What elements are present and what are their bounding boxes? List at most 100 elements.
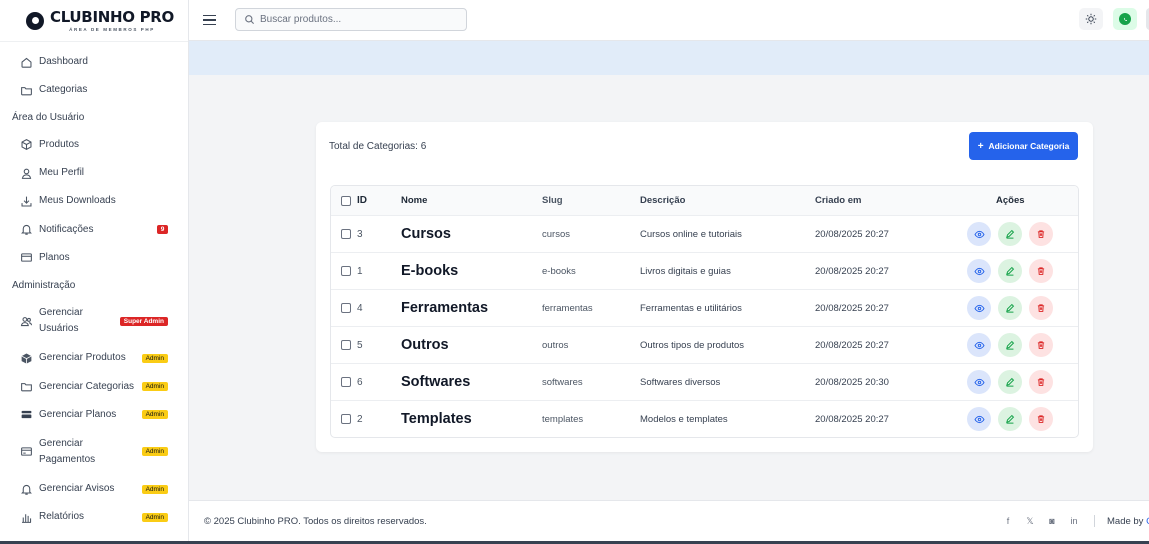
view-button[interactable] (967, 259, 991, 283)
logo[interactable]: CLUBINHO PRO ÁREA DE MEMBROS PHP (0, 0, 188, 42)
whatsapp-button[interactable] (1113, 8, 1137, 30)
made-by: Made by C (1107, 516, 1149, 527)
sidebar-item-dashboard[interactable]: Dashboard (0, 48, 188, 76)
sidebar-item-label: Planos (39, 251, 70, 263)
cell-descricao: Outros tipos de produtos (640, 339, 745, 351)
sidebar-item-gerenciar-avisos[interactable]: Gerenciar Avisos Admin (0, 475, 188, 503)
row-checkbox[interactable] (341, 266, 351, 276)
row-checkbox[interactable] (341, 340, 351, 350)
row-checkbox[interactable] (341, 303, 351, 313)
cell-slug: e-books (542, 265, 576, 277)
view-button[interactable] (967, 222, 991, 246)
cell-id: 4 (357, 302, 363, 314)
edit-button[interactable] (998, 407, 1022, 431)
table-row: 6 Softwares softwares Softwares diversos… (331, 363, 1078, 400)
view-button[interactable] (967, 333, 991, 357)
delete-button[interactable] (1029, 407, 1053, 431)
cell-slug: cursos (542, 228, 570, 240)
sidebar-item-notificacoes[interactable]: Notificações 9 (0, 215, 188, 243)
sidebar-item-relatorios[interactable]: Relatórios Admin (0, 503, 188, 531)
sidebar-item-gerenciar-usuarios[interactable]: Gerenciar Usuários Super Admin (0, 298, 188, 344)
logo-title: CLUBINHO PRO (50, 7, 175, 26)
admin-badge: Admin (141, 447, 168, 457)
eye-icon (973, 267, 985, 275)
sidebar-item-label: Meus Downloads (39, 195, 116, 207)
table-row: 5 Outros outros Outros tipos de produtos… (331, 326, 1078, 363)
table-row: 2 Templates templates Modelos e template… (331, 400, 1078, 437)
theme-toggle-button[interactable] (1079, 8, 1103, 30)
logo-subtitle: ÁREA DE MEMBROS PHP (69, 26, 155, 32)
edit-button[interactable] (998, 222, 1022, 246)
cell-id: 1 (357, 265, 363, 277)
sidebar-item-meus-downloads[interactable]: Meus Downloads (0, 187, 188, 215)
sidebar-item-gerenciar-categorias[interactable]: Gerenciar Categorias Admin (0, 372, 188, 400)
eye-icon (973, 378, 985, 386)
cell-descricao: Modelos e templates (640, 413, 728, 425)
sidebar-item-label: Relatórios (39, 511, 85, 523)
pencil-icon (1006, 229, 1015, 239)
add-category-button[interactable]: + Adicionar Categoria (969, 132, 1078, 160)
delete-button[interactable] (1029, 222, 1053, 246)
admin-badge: Admin (141, 410, 168, 420)
facebook-icon[interactable]: f (1003, 516, 1013, 526)
sidebar-item-planos[interactable]: Planos (0, 244, 188, 272)
bell-icon (19, 482, 33, 496)
edit-button[interactable] (998, 296, 1022, 320)
cell-slug: softwares (542, 376, 583, 388)
sidebar-item-label: Gerenciar Avisos (39, 483, 115, 495)
edit-button[interactable] (998, 370, 1022, 394)
edit-button[interactable] (998, 333, 1022, 357)
sidebar-item-meu-perfil[interactable]: Meu Perfil (0, 159, 188, 187)
view-button[interactable] (967, 296, 991, 320)
footer-divider (1094, 515, 1095, 527)
row-checkbox[interactable] (341, 229, 351, 239)
table-row: 3 Cursos cursos Cursos online e tutoriai… (331, 215, 1078, 252)
col-criado-em[interactable]: Criado em (815, 186, 861, 215)
delete-button[interactable] (1029, 333, 1053, 357)
sidebar-item-gerenciar-planos[interactable]: Gerenciar Planos Admin (0, 401, 188, 429)
search-input[interactable] (260, 14, 450, 25)
col-descricao[interactable]: Descrição (640, 186, 685, 215)
table-header: ID Nome Slug Descrição Criado em Ações (331, 186, 1078, 215)
linkedin-icon[interactable]: in (1069, 516, 1079, 526)
delete-button[interactable] (1029, 259, 1053, 283)
twitter-icon[interactable]: 𝕏 (1025, 516, 1035, 527)
card-icon (19, 251, 33, 265)
copyright: © 2025 Clubinho PRO. Todos os direitos r… (204, 516, 427, 527)
section-admin-heading: Administração (12, 279, 76, 291)
menu-toggle-button[interactable] (203, 11, 221, 29)
row-checkbox[interactable] (341, 414, 351, 424)
col-nome[interactable]: Nome (401, 186, 427, 215)
sidebar-item-gerenciar-produtos[interactable]: Gerenciar Produtos Admin (0, 344, 188, 372)
sidebar-item-label: Categorias (39, 84, 88, 96)
sidebar-item-label: Dashboard (39, 56, 88, 68)
col-slug[interactable]: Slug (542, 186, 563, 215)
sidebar-item-produtos[interactable]: Produtos (0, 131, 188, 159)
trash-icon (1037, 230, 1045, 238)
cell-id: 5 (357, 339, 363, 351)
col-id[interactable]: ID (357, 186, 367, 215)
cell-descricao: Livros digitais e guias (640, 265, 731, 277)
user-icon (19, 166, 33, 180)
pencil-icon (1006, 266, 1015, 276)
folder-icon (19, 380, 33, 394)
sidebar-item-gerenciar-pagamentos[interactable]: Gerenciar Pagamentos Admin (0, 429, 188, 475)
select-all-checkbox[interactable] (341, 195, 351, 206)
cell-criado-em: 20/08/2025 20:27 (815, 302, 889, 314)
instagram-icon[interactable]: ◙ (1047, 516, 1057, 526)
search-box[interactable] (235, 8, 467, 31)
delete-button[interactable] (1029, 296, 1053, 320)
cell-id: 3 (357, 228, 363, 240)
footer: © 2025 Clubinho PRO. Todos os direitos r… (189, 500, 1149, 541)
view-button[interactable] (967, 370, 991, 394)
sidebar-item-categorias[interactable]: Categorias (0, 76, 188, 104)
view-button[interactable] (967, 407, 991, 431)
box-icon (19, 351, 33, 365)
cell-nome: Cursos (401, 226, 451, 242)
edit-button[interactable] (998, 259, 1022, 283)
cell-nome: Templates (401, 411, 472, 427)
eye-icon (973, 415, 985, 423)
delete-button[interactable] (1029, 370, 1053, 394)
row-checkbox[interactable] (341, 377, 351, 387)
sidebar-item-label: Meu Perfil (39, 167, 85, 179)
